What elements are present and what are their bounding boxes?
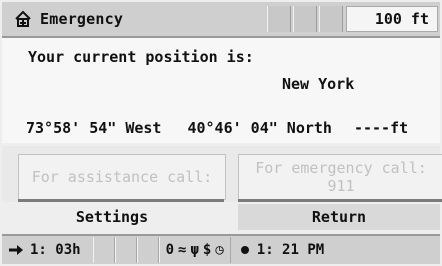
emergency-number: 911 xyxy=(327,177,355,195)
dollar-icon: $ xyxy=(202,242,212,258)
satellite-icon: ≈ xyxy=(178,242,187,258)
title-area: Emergency xyxy=(14,8,262,30)
status-cell xyxy=(114,237,137,263)
call-buttons: For assistance call: For emergency call:… xyxy=(2,146,442,202)
signal-icon: ψ xyxy=(190,242,199,258)
status-bar: 1: 03h 0 ≈ ψ $ ◷ 1: 21 PM xyxy=(2,234,440,264)
title-bar-cells xyxy=(267,6,343,32)
title-bar-cell xyxy=(267,6,291,32)
status-icons: 0 ≈ ψ $ ◷ xyxy=(158,237,231,263)
emergency-call-button[interactable]: For emergency call: 911 xyxy=(238,154,442,202)
emergency-call-label: For emergency call: xyxy=(255,159,427,177)
return-label: Return xyxy=(311,208,367,226)
status-cell xyxy=(136,237,159,263)
assistance-call-button[interactable]: For assistance call: xyxy=(18,154,226,202)
elevation: ----ft xyxy=(353,119,409,137)
altitude-readout: 100 ft xyxy=(346,6,438,32)
destination-arrow-icon xyxy=(9,245,23,255)
clock-icon: ◷ xyxy=(215,242,224,258)
settings-button[interactable]: Settings xyxy=(32,204,192,230)
title-bar: Emergency 100 ft xyxy=(2,2,440,38)
position-intro: Your current position is: xyxy=(28,48,254,66)
latitude: 40°46' 04" North xyxy=(187,119,332,137)
gps-fix-dot-icon xyxy=(240,246,249,254)
device-screen: Emergency 100 ft Your current position i… xyxy=(0,0,442,266)
coordinates-row: 73°58' 54" West 40°46' 04" North ----ft xyxy=(2,113,440,143)
longitude: 73°58' 54" West xyxy=(26,119,162,137)
assistance-call-label: For assistance call: xyxy=(31,168,213,186)
city-name: New York xyxy=(282,75,355,93)
title-bar-cell xyxy=(319,6,343,32)
status-cell xyxy=(92,237,115,263)
softkey-row: Settings Return xyxy=(2,202,440,232)
return-button[interactable]: Return xyxy=(238,204,440,230)
eta-time: 1: 03h xyxy=(30,242,81,258)
page-title: Emergency xyxy=(40,10,124,28)
title-bar-cell xyxy=(293,6,317,32)
clock-time: 1: 21 PM xyxy=(256,242,325,258)
satellite-count: 0 xyxy=(165,242,175,258)
emergency-house-icon xyxy=(15,10,31,27)
